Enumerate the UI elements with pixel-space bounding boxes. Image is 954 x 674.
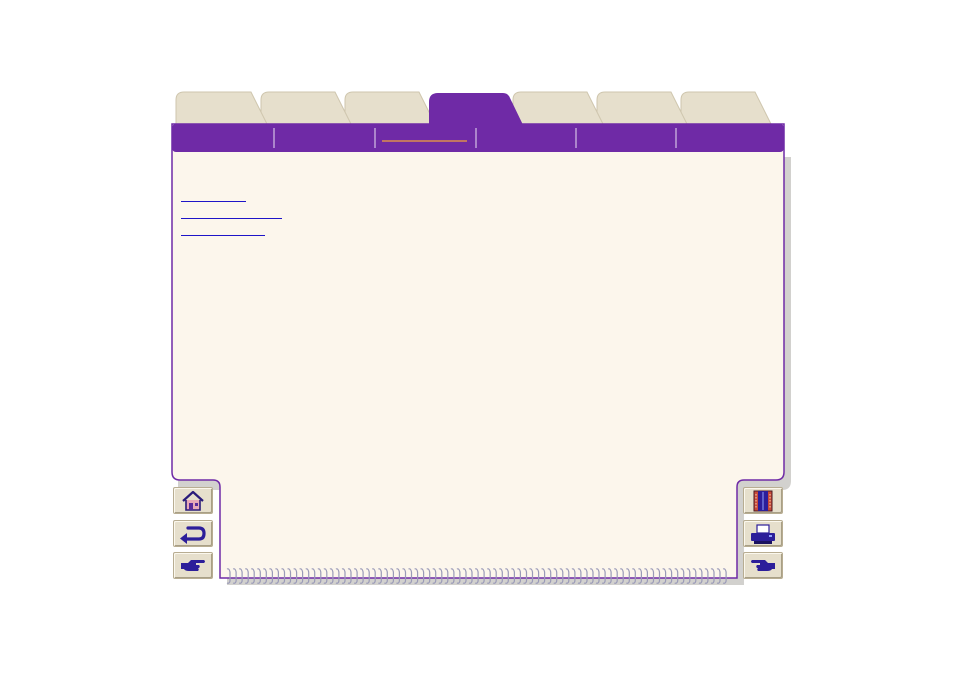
pointing-hand-right-icon bbox=[181, 559, 205, 571]
next-button[interactable] bbox=[173, 552, 213, 579]
index-button[interactable] bbox=[743, 487, 783, 514]
home-button[interactable] bbox=[173, 487, 213, 514]
content-link-1[interactable] bbox=[181, 201, 246, 202]
folder-tab-2[interactable] bbox=[260, 91, 353, 127]
page-area bbox=[171, 123, 785, 579]
printer-icon bbox=[751, 523, 775, 544]
book-index-icon bbox=[753, 490, 773, 511]
folder-tab-4-active[interactable] bbox=[429, 93, 524, 127]
folder-tab-6[interactable] bbox=[596, 91, 689, 127]
content-link-2[interactable] bbox=[181, 218, 282, 219]
folder-tab-5[interactable] bbox=[512, 91, 605, 127]
subtab-4[interactable] bbox=[476, 124, 576, 152]
back-button[interactable] bbox=[173, 520, 213, 547]
help-page bbox=[0, 0, 954, 674]
pointing-hand-left-icon bbox=[751, 559, 775, 571]
subtab-1[interactable] bbox=[172, 124, 274, 152]
print-button[interactable] bbox=[743, 520, 783, 547]
home-icon bbox=[182, 490, 204, 511]
notebook-frame bbox=[171, 91, 791, 585]
folder-tab-3[interactable] bbox=[344, 91, 437, 127]
subtab-6[interactable] bbox=[676, 124, 784, 152]
subtab-5[interactable] bbox=[576, 124, 676, 152]
subtab-2[interactable] bbox=[274, 124, 375, 152]
folder-tab-1[interactable] bbox=[175, 91, 269, 127]
folder-tab-7[interactable] bbox=[680, 91, 773, 127]
previous-button[interactable] bbox=[743, 552, 783, 579]
back-arrow-icon bbox=[180, 525, 206, 544]
subtab-3-active[interactable] bbox=[375, 124, 476, 152]
content-link-3[interactable] bbox=[181, 235, 265, 236]
